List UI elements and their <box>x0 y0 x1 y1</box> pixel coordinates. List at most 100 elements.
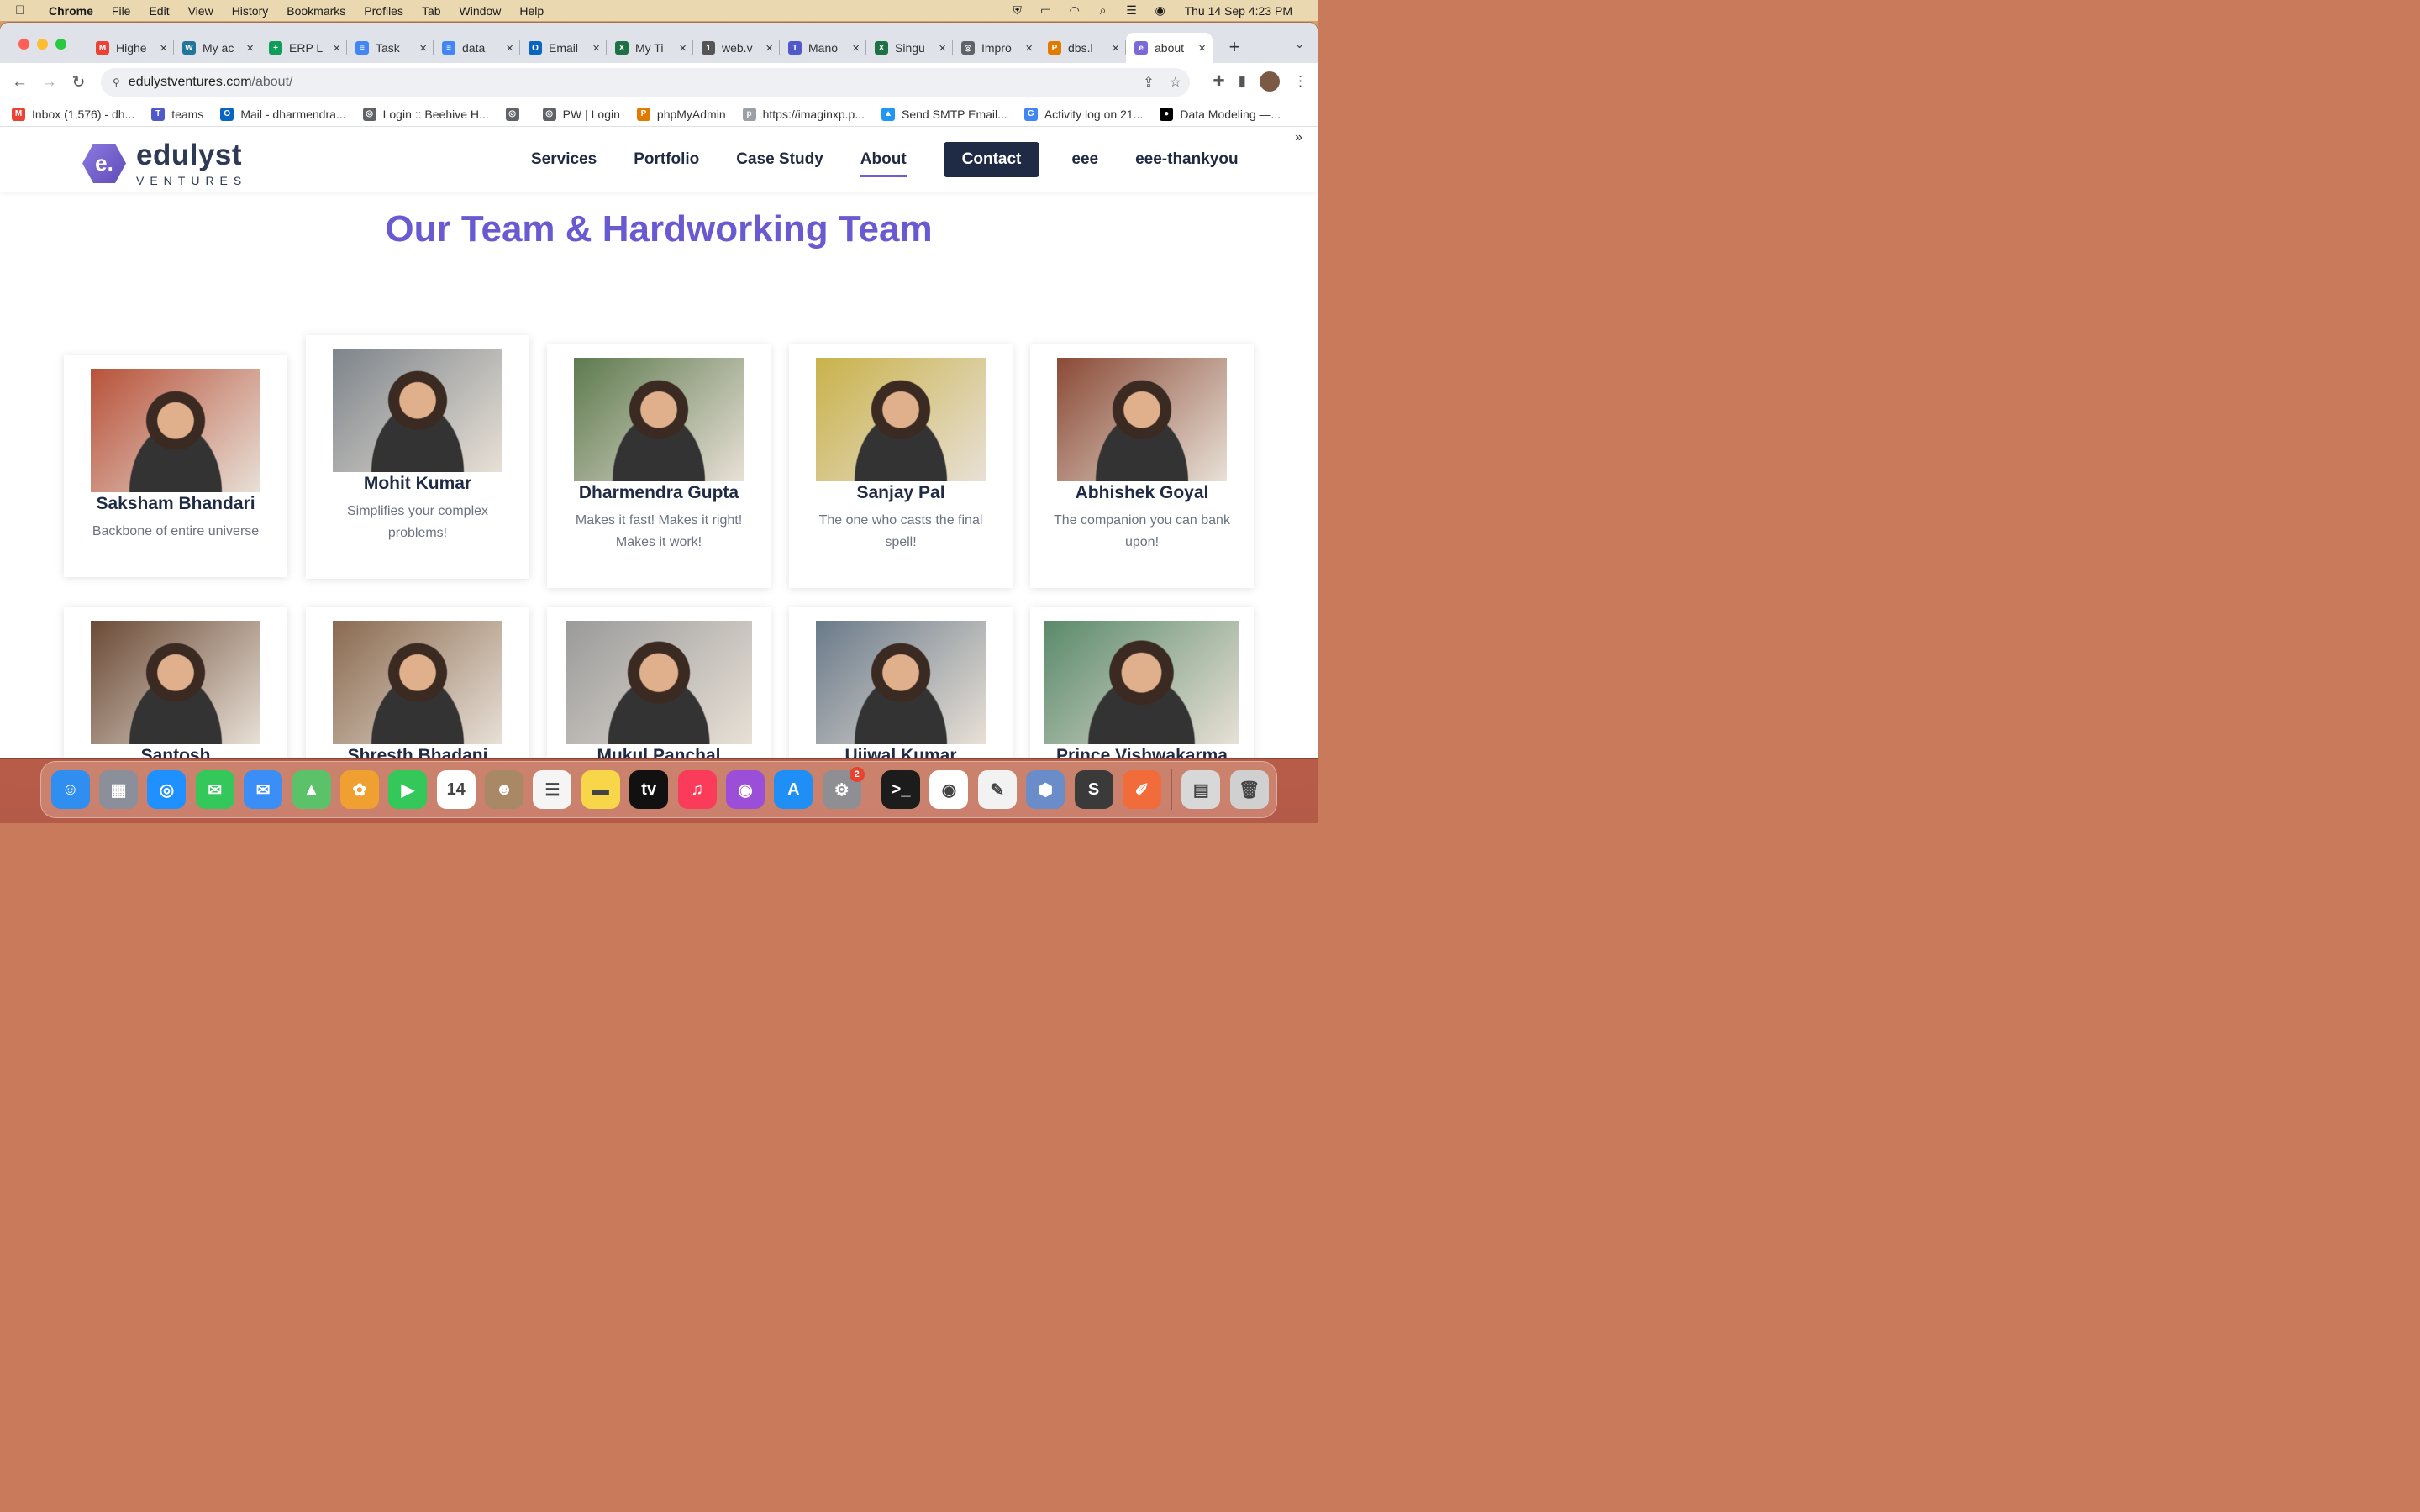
menu-history[interactable]: History <box>232 4 269 18</box>
minimize-window-button[interactable] <box>37 39 48 50</box>
tab-close-icon[interactable]: × <box>160 41 167 55</box>
tab-close-icon[interactable]: × <box>852 41 860 55</box>
tab-close-icon[interactable]: × <box>939 41 946 55</box>
menu-help[interactable]: Help <box>519 4 544 18</box>
forward-arrow-icon[interactable]: → <box>34 73 64 92</box>
sublime-icon[interactable]: S <box>1074 770 1113 809</box>
tv-icon[interactable]: tv <box>629 770 669 809</box>
close-window-button[interactable] <box>18 39 29 50</box>
contact-button[interactable]: Contact <box>943 141 1040 177</box>
back-arrow-icon[interactable]: ← <box>5 73 34 92</box>
tab-close-icon[interactable]: × <box>592 41 600 55</box>
bookmark-item[interactable]: ◎ <box>505 107 526 121</box>
box-icon[interactable]: ⬢ <box>1026 770 1065 809</box>
nav-about[interactable]: About <box>860 150 907 177</box>
launchpad-icon[interactable]: ▦ <box>99 770 139 809</box>
tab-9[interactable]: X Singu × <box>866 33 953 63</box>
tab-5[interactable]: O Email × <box>520 33 607 63</box>
tab-close-icon[interactable]: × <box>1025 41 1033 55</box>
textedit-icon[interactable]: ✎ <box>977 770 1017 809</box>
shield-icon[interactable]: ⛨ <box>1010 3 1025 18</box>
maps-icon[interactable]: ▲ <box>292 770 331 809</box>
tab-close-icon[interactable]: × <box>246 41 254 55</box>
menu-tab[interactable]: Tab <box>422 4 441 18</box>
bookmark-item[interactable]: ◎ Login :: Beehive H... <box>362 107 489 121</box>
tab-close-icon[interactable]: × <box>419 41 427 55</box>
control-center-icon[interactable]: ☰ <box>1124 3 1139 18</box>
tab-close-icon[interactable]: × <box>765 41 773 55</box>
nav-eee-thankyou[interactable]: eee-thankyou <box>1135 150 1238 169</box>
nav-eee[interactable]: eee <box>1071 150 1098 169</box>
siri-icon[interactable]: ◉ <box>1153 3 1168 18</box>
tab-2[interactable]: + ERP L × <box>260 33 347 63</box>
tab-7[interactable]: 1 web.v × <box>693 33 780 63</box>
tab-12[interactable]: e about × <box>1126 33 1213 63</box>
menu-view[interactable]: View <box>188 4 213 18</box>
menu-bookmarks[interactable]: Bookmarks <box>287 4 345 18</box>
facetime-icon[interactable]: ▶ <box>388 770 428 809</box>
settings-icon[interactable]: ⚙ 2 <box>822 767 865 809</box>
music-icon[interactable]: ♫ <box>677 770 717 809</box>
documents-icon[interactable]: ▤ <box>1181 770 1221 809</box>
terminal-icon[interactable]: >_ <box>881 770 921 809</box>
menu-app-name[interactable]: Chrome <box>49 4 93 18</box>
apple-icon[interactable]:  <box>15 3 37 18</box>
mail-icon[interactable]: ✉ <box>244 770 283 809</box>
address-bar[interactable]: ⚲ edulystventures.com/about/ ⇪ ☆ <box>101 68 1190 97</box>
bookmark-item[interactable]: Tteams <box>151 107 203 121</box>
tab-6[interactable]: X My Ti × <box>607 33 693 63</box>
appstore-icon[interactable]: A <box>774 770 813 809</box>
menu-window[interactable]: Window <box>460 4 502 18</box>
nav-portfolio[interactable]: Portfolio <box>634 150 699 169</box>
bookmark-item[interactable]: ● Data Modeling —... <box>1160 107 1281 121</box>
tab-1[interactable]: W My ac × <box>174 33 260 63</box>
tab-3[interactable]: ≡ Task × <box>347 33 434 63</box>
bookmark-item[interactable]: G Activity log on 21... <box>1023 107 1143 121</box>
edulyst-logo[interactable]: e. edulyst VENTURES <box>82 140 247 186</box>
finder-icon[interactable]: ☺ <box>50 770 90 809</box>
tab-close-icon[interactable]: × <box>506 41 513 55</box>
wifi-icon[interactable]: ◠ <box>1067 3 1082 18</box>
nav-services[interactable]: Services <box>531 150 597 169</box>
zoom-window-button[interactable] <box>55 39 66 50</box>
new-tab-button[interactable]: + <box>1219 33 1249 63</box>
photos-icon[interactable]: ✿ <box>339 770 379 809</box>
tab-4[interactable]: ≡ data × <box>434 33 520 63</box>
spotlight-search-icon[interactable]: ⌕ <box>1096 3 1111 18</box>
menu-file[interactable]: File <box>112 4 131 18</box>
bookmark-item[interactable]: p https://imaginxp.p... <box>742 107 865 121</box>
nav-case-study[interactable]: Case Study <box>736 150 823 169</box>
messages-icon[interactable]: ✉ <box>195 770 234 809</box>
side-panel-icon[interactable]: ▮ <box>1239 73 1246 90</box>
tab-11[interactable]: Pdbs.l × <box>1039 33 1126 63</box>
menu-profiles[interactable]: Profiles <box>364 4 403 18</box>
bookmark-item[interactable]: ▲ Send SMTP Email... <box>881 107 1007 121</box>
tab-0[interactable]: M Highe × <box>87 33 174 63</box>
bookmarks-overflow-icon[interactable]: » <box>1295 130 1302 145</box>
tab-close-icon[interactable]: × <box>1198 41 1206 55</box>
notes-icon[interactable]: ▬ <box>581 770 620 809</box>
tab-close-icon[interactable]: × <box>1112 41 1119 55</box>
menu-edit[interactable]: Edit <box>149 4 169 18</box>
tab-search-chevron-icon[interactable]: ⌄ <box>1295 38 1304 51</box>
contacts-icon[interactable]: ☻ <box>485 770 524 809</box>
chrome-icon[interactable]: ◉ <box>929 770 969 809</box>
chrome-menu-icon[interactable]: ⋮ <box>1293 73 1307 90</box>
site-info-icon[interactable]: ⚲ <box>113 76 120 88</box>
bookmark-item[interactable]: ◎ PW | Login <box>542 107 620 121</box>
extensions-icon[interactable]: ✚ <box>1213 73 1224 90</box>
tab-close-icon[interactable]: × <box>333 41 340 55</box>
tab-10[interactable]: ◎ Impro × <box>953 33 1039 63</box>
tab-8[interactable]: T Mano × <box>780 33 866 63</box>
bookmark-item[interactable]: M Inbox (1,576) - dh... <box>12 107 134 121</box>
profile-avatar[interactable] <box>1260 71 1280 92</box>
postman-icon[interactable]: ✐ <box>1122 770 1161 809</box>
podcasts-icon[interactable]: ◉ <box>725 770 765 809</box>
reload-icon[interactable]: ↻ <box>64 73 93 92</box>
battery-icon[interactable]: ▭ <box>1039 3 1054 18</box>
safari-icon[interactable]: ◎ <box>147 770 187 809</box>
bookmark-item[interactable]: PphpMyAdmin <box>636 107 726 121</box>
bookmark-item[interactable]: O Mail - dharmendra... <box>220 107 346 121</box>
share-icon[interactable]: ⇪ <box>1143 74 1154 91</box>
bookmark-star-icon[interactable]: ☆ <box>1170 74 1181 91</box>
